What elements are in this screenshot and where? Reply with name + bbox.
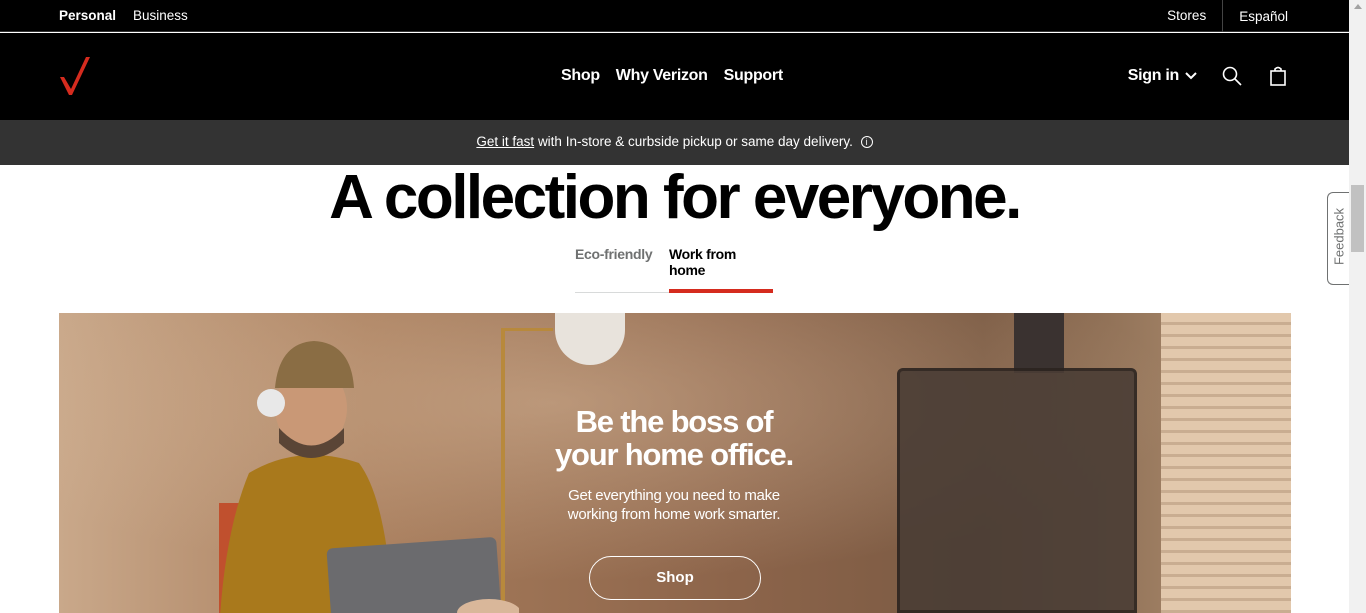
collection-tabs: Eco-friendly Work from home [575,246,773,293]
verizon-check-icon[interactable] [58,55,92,99]
stove-image [897,368,1137,613]
tab-eco-friendly[interactable]: Eco-friendly [575,246,669,293]
personal-link[interactable]: Personal [59,8,116,23]
search-icon[interactable] [1221,65,1243,87]
promo-text: with In-store & curbside pickup or same … [537,134,853,149]
hero-title-line-1: Be the boss of [575,404,774,439]
business-link[interactable]: Business [133,8,188,23]
utility-bar: Personal Business Stores Español [0,0,1349,32]
scrollbar[interactable] [1349,0,1366,613]
language-link[interactable]: Español [1223,9,1288,24]
info-icon[interactable]: i [860,136,873,149]
window-blind-image [1161,313,1291,613]
feedback-label: Feedback [1331,207,1347,266]
utility-right: Stores Español [1167,0,1288,32]
lamp-arm [501,328,553,331]
get-it-fast-link[interactable]: Get it fast [476,134,534,149]
hero-subtitle: Get everything you need to make working … [509,486,839,524]
person-with-laptop-image [119,333,521,613]
segment-switcher: Personal Business [59,8,188,23]
sign-in-button[interactable]: Sign in [1128,67,1197,85]
tab-work-from-home[interactable]: Work from home [669,246,773,293]
main-nav: Shop Why Verizon Support Sign in [0,33,1349,120]
hero-subtitle-line-2: working from home work smarter. [567,506,781,523]
feedback-tab[interactable]: Feedback [1327,192,1349,285]
hero-title-line-2: your home office. [555,437,794,472]
nav-why-verizon[interactable]: Why Verizon [616,67,708,85]
hero-title: Be the boss of your home office. [509,405,839,471]
sign-in-label: Sign in [1127,67,1180,84]
scrollbar-thumb[interactable] [1351,185,1364,252]
nav-shop[interactable]: Shop [561,67,600,85]
shop-button[interactable]: Shop [589,556,761,600]
promo-bar: Get it fast with In-store & curbside pic… [0,120,1349,165]
stores-link[interactable]: Stores [1167,0,1224,32]
scroll-up-icon[interactable] [1354,4,1362,9]
stove-pipe [1014,313,1064,373]
page-title: A collection for everyone. [329,163,1022,232]
nav-support[interactable]: Support [724,67,784,85]
bag-icon[interactable] [1267,65,1289,87]
chevron-down-icon [1185,67,1197,85]
hero-banner: Be the boss of your home office. Get eve… [59,313,1291,613]
hero-subtitle-line-1: Get everything you need to make [568,487,780,504]
hero-copy: Be the boss of your home office. Get eve… [509,405,839,524]
primary-nav-links: Shop Why Verizon Support [561,67,783,85]
nav-right: Sign in [1128,65,1289,87]
